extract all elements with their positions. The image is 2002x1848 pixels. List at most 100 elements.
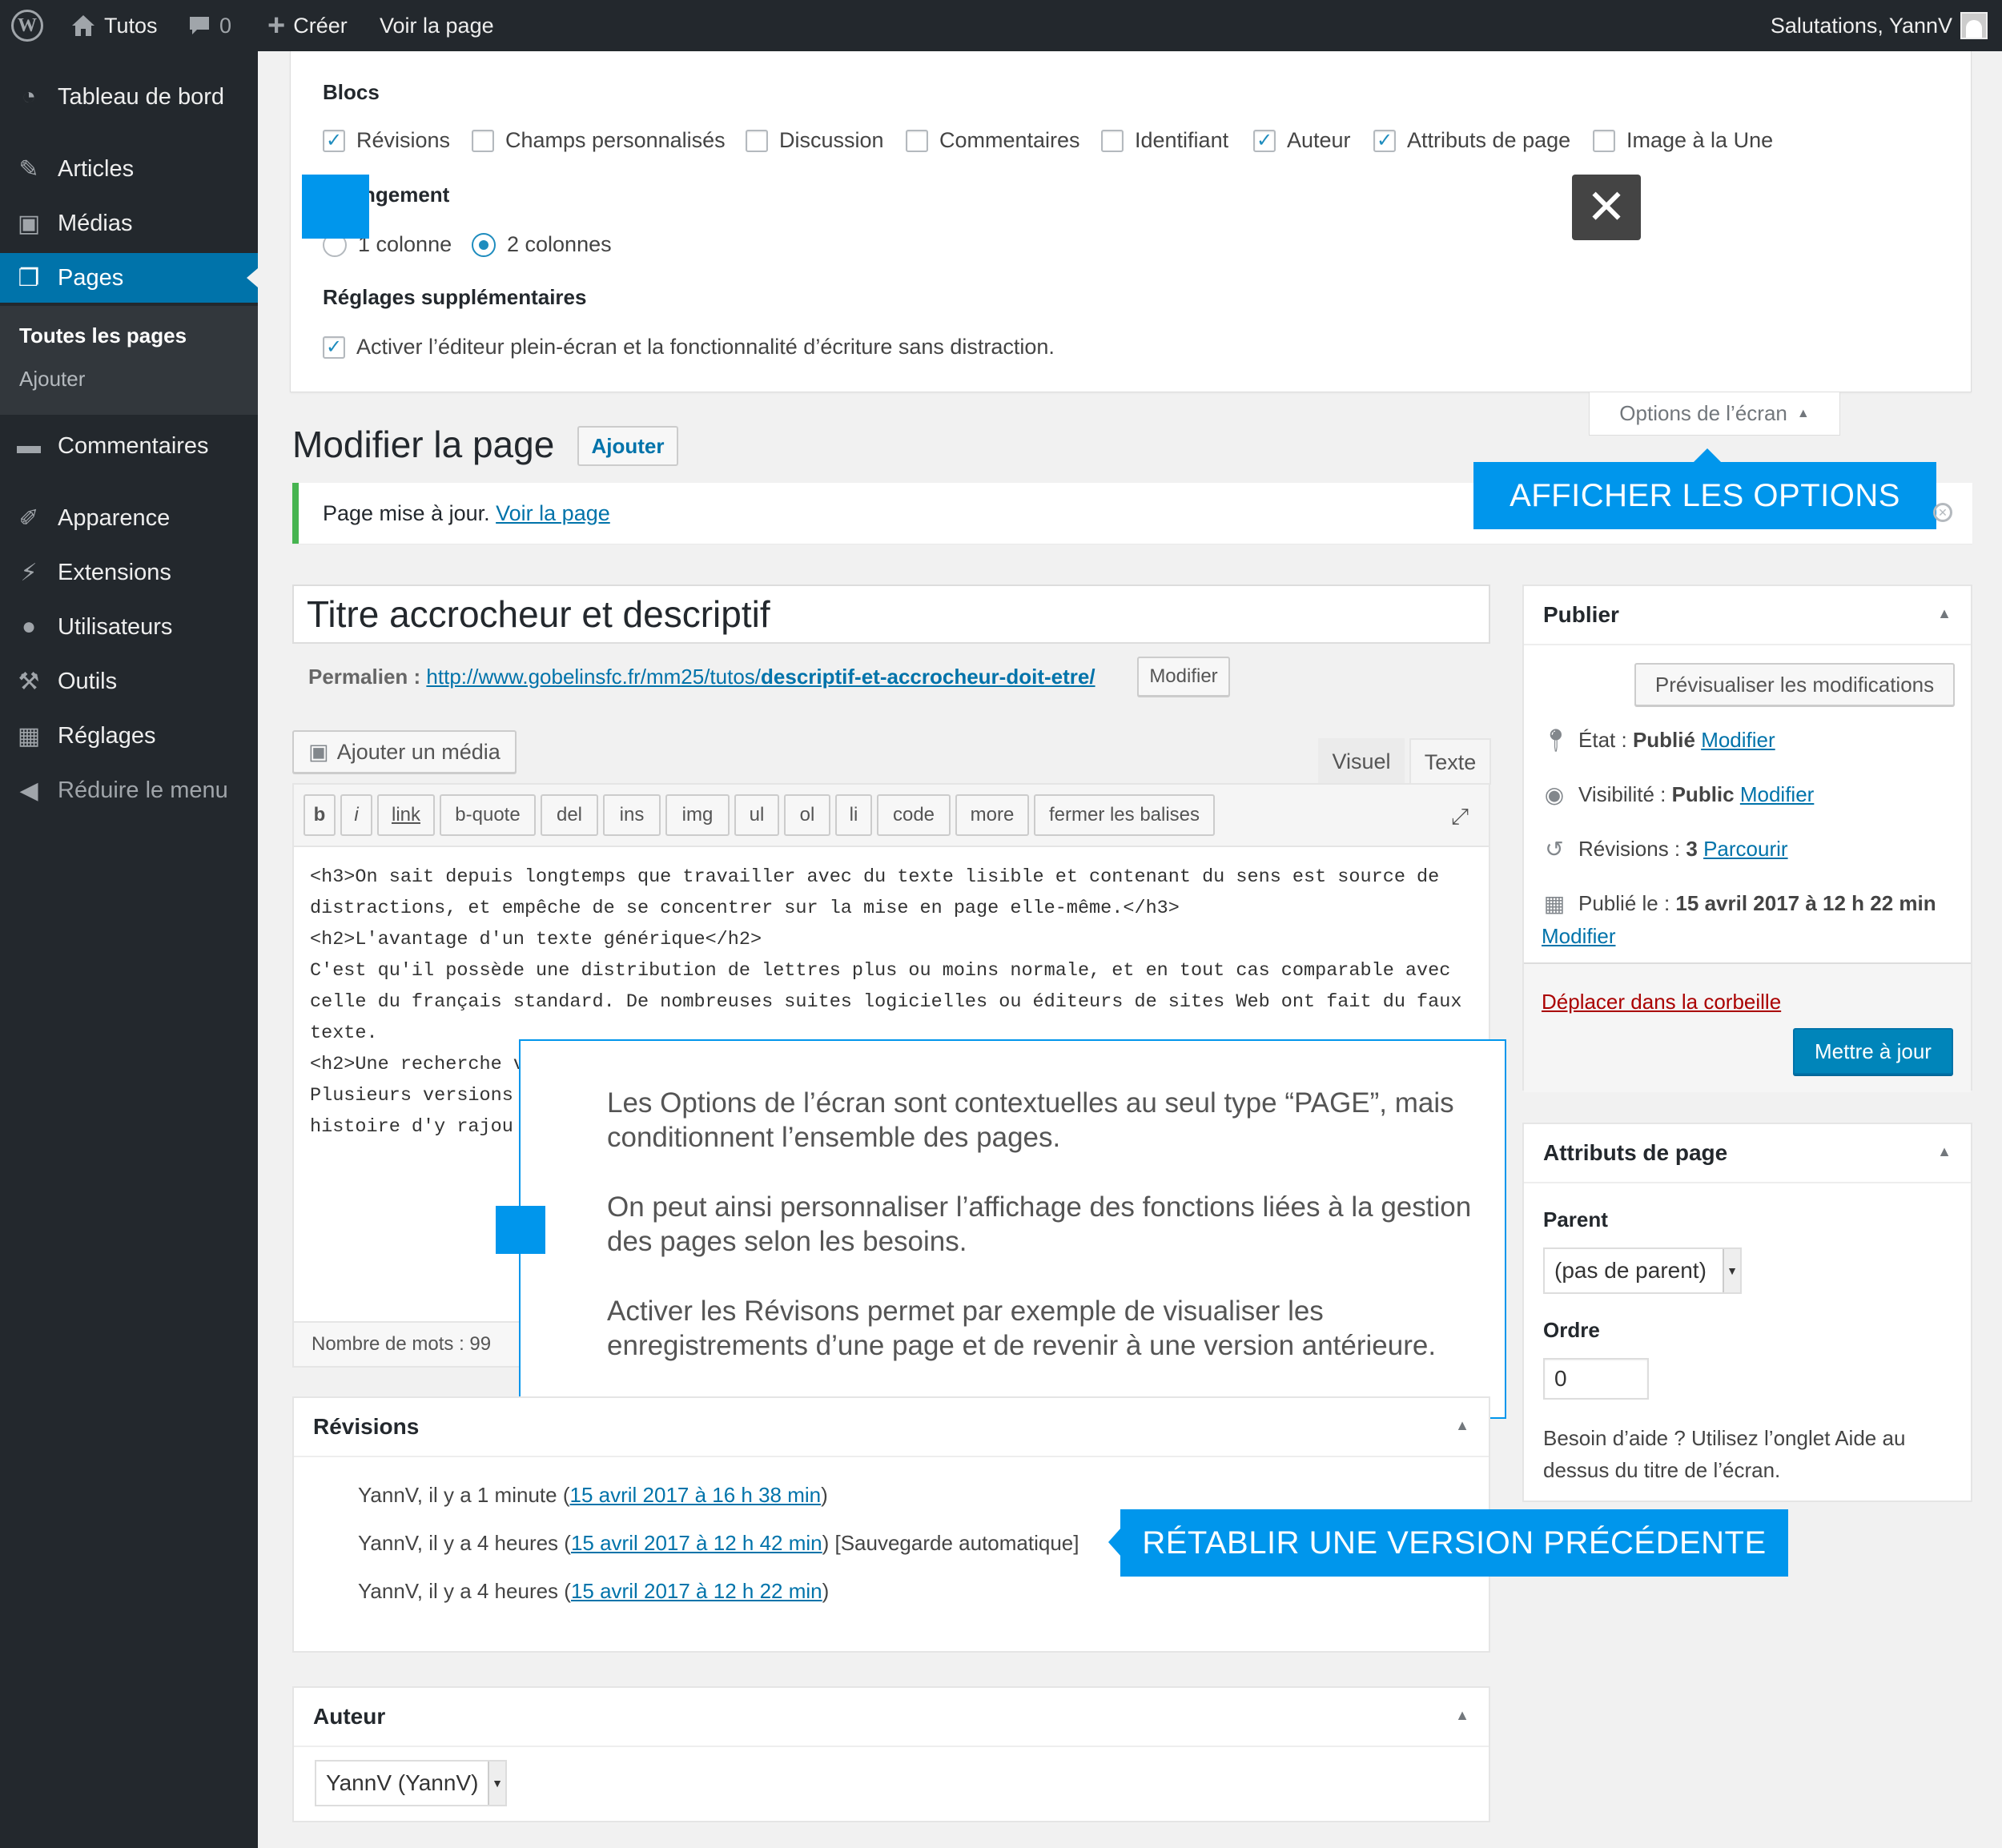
site-name-link[interactable]: Tutos [70,0,158,51]
checkbox-featured-image[interactable]: Image à la Une [1593,128,1773,153]
checkbox-label: Activer l’éditeur plein-écran et la fonc… [356,335,1055,359]
published-edit-link[interactable]: Modifier [1542,924,1615,949]
qt-ul-button[interactable]: ul [734,794,779,836]
tutorial-marker [302,175,369,239]
qt-del-button[interactable]: del [541,794,598,836]
revision-link[interactable]: 15 avril 2017 à 16 h 38 min [569,1483,821,1507]
status-edit-link[interactable]: Modifier [1701,728,1775,752]
notice-view-link[interactable]: Voir la page [496,501,610,526]
post-title-input[interactable]: Titre accrocheur et descriptif [292,585,1490,644]
author-select[interactable]: YannV (YannV) ▼ [315,1760,507,1806]
permalink-edit-button[interactable]: Modifier [1137,657,1230,697]
qt-img-button[interactable]: img [665,794,730,836]
account-menu[interactable]: Salutations, YannV [1771,0,1988,51]
caret-up-icon[interactable]: ▲ [1455,1417,1469,1434]
submenu-all-pages[interactable]: Toutes les pages [19,323,187,348]
permalink-row: Permalien : http://www.gobelinsfc.fr/mm2… [308,665,1095,689]
comments-link[interactable]: 0 [187,0,231,51]
checkbox-box[interactable]: ✓ [323,129,345,152]
radio-two-columns[interactable]: 2 colonnes [472,232,612,257]
checkbox-discussion[interactable]: Discussion [746,128,884,153]
comments-count: 0 [219,13,232,38]
qt-li-button[interactable]: li [835,794,872,836]
sidebar-item-dashboard[interactable]: ◔ Tableau de bord [0,72,258,122]
permalink-url[interactable]: http://www.gobelinsfc.fr/mm25/tutos/desc… [426,665,1095,689]
qt-bquote-button[interactable]: b-quote [440,794,536,836]
order-input[interactable]: 0 [1543,1358,1649,1400]
sidebar-item-comments[interactable]: ▬ Commentaires [0,421,258,471]
radio-dot[interactable] [472,232,496,257]
tab-visual[interactable]: Visuel [1318,738,1405,785]
checkbox-box[interactable] [746,129,768,152]
callout-pointer [1693,448,1722,463]
checkbox-box[interactable] [1101,129,1124,152]
browse-revisions-link[interactable]: Parcourir [1703,837,1787,861]
checkbox-comments[interactable]: Commentaires [906,128,1080,153]
author-selected: YannV (YannV) [326,1770,479,1795]
checkbox-fullscreen-editor[interactable]: ✓ Activer l’éditeur plein-écran et la fon… [323,335,1055,360]
checkbox-custom-fields[interactable]: Champs personnalisés [472,128,726,153]
publish-title[interactable]: Publier [1524,586,1971,645]
parent-select[interactable]: (pas de parent) ▼ [1543,1247,1742,1294]
sidebar-item-pages[interactable]: ❐ Pages [0,253,258,303]
sidebar-item-extensions[interactable]: ⚡ Extensions [0,548,258,597]
caret-up-icon[interactable]: ▲ [1937,605,1952,622]
add-media-button[interactable]: ▣ Ajouter un média [292,730,517,773]
checkbox-box[interactable] [906,129,928,152]
checkbox-box[interactable] [1593,129,1615,152]
revisions-label: Révisions : [1578,837,1681,861]
checkbox-box[interactable]: ✓ [1373,129,1396,152]
close-icon[interactable]: ✕ [1572,175,1641,240]
status-row: 📍︎ État : Publié Modifier [1542,727,1775,753]
revisions-title[interactable]: Révisions [294,1398,1489,1457]
qt-ins-button[interactable]: ins [603,794,661,836]
caret-up-icon[interactable]: ▲ [1937,1143,1952,1160]
update-button[interactable]: Mettre à jour [1793,1028,1953,1075]
dismiss-icon[interactable]: ✕ [1933,503,1952,522]
caret-up-icon[interactable]: ▲ [1455,1707,1469,1724]
sidebar-item-articles[interactable]: ✎ Articles [0,144,258,194]
revision-suffix: ) [821,1483,828,1507]
qt-link-button[interactable]: link [377,794,435,836]
preview-changes-button[interactable]: Prévisualiser les modifications [1634,663,1955,706]
checkbox-label: Révisions [356,128,451,152]
sidebar-item-users[interactable]: ● Utilisateurs [0,602,258,652]
checkbox-page-attributes[interactable]: ✓ Attributs de page [1373,128,1570,153]
page-attributes-title-text: Attributs de page [1543,1140,1728,1165]
visibility-edit-link[interactable]: Modifier [1740,782,1814,806]
pin-icon: ✎ [18,155,39,183]
checkbox-box[interactable]: ✓ [1253,129,1276,152]
move-to-trash-link[interactable]: Déplacer dans la corbeille [1542,990,1781,1014]
checkbox-slug[interactable]: Identifiant [1101,128,1228,153]
sidebar-item-settings[interactable]: ▦ Réglages [0,711,258,761]
sidebar-item-appearance[interactable]: ✐ Apparence [0,493,258,543]
revision-link[interactable]: 15 avril 2017 à 12 h 22 min [571,1579,822,1603]
qt-ol-button[interactable]: ol [784,794,830,836]
sidebar-item-label: Apparence [58,504,171,531]
help-text: Besoin d’aide ? Utilisez l’onglet Aide a… [1543,1426,1906,1482]
view-page-link[interactable]: Voir la page [380,0,494,51]
author-title[interactable]: Auteur [294,1688,1489,1747]
checkbox-box[interactable]: ✓ [323,335,345,359]
tab-text[interactable]: Texte [1409,738,1491,785]
wordpress-logo-icon[interactable]: W [11,0,43,51]
checkbox-box[interactable] [472,129,494,152]
fullscreen-icon[interactable]: ⤢ [1445,802,1474,831]
screen-options-tab[interactable]: Options de l’écran ▲ [1589,392,1840,436]
author-title-text: Auteur [313,1704,386,1729]
qt-more-button[interactable]: more [955,794,1029,836]
qt-close-tags-button[interactable]: fermer les balises [1034,794,1215,836]
qt-bold-button[interactable]: b [304,794,336,836]
add-page-button[interactable]: Ajouter [577,426,678,466]
revision-link[interactable]: 15 avril 2017 à 12 h 42 min [571,1531,822,1555]
checkbox-author[interactable]: ✓ Auteur [1253,128,1351,153]
create-new-link[interactable]: + Créer [267,0,348,51]
qt-code-button[interactable]: code [877,794,951,836]
checkbox-revisions[interactable]: ✓ Révisions [323,128,450,153]
collapse-menu-button[interactable]: ◀ Réduire le menu [0,765,258,815]
submenu-add[interactable]: Ajouter [19,367,85,392]
page-attributes-title[interactable]: Attributs de page [1524,1124,1971,1183]
sidebar-item-tools[interactable]: ⚒ Outils [0,657,258,706]
sidebar-item-media[interactable]: ▣ Médias [0,199,258,248]
qt-italic-button[interactable]: i [340,794,372,836]
